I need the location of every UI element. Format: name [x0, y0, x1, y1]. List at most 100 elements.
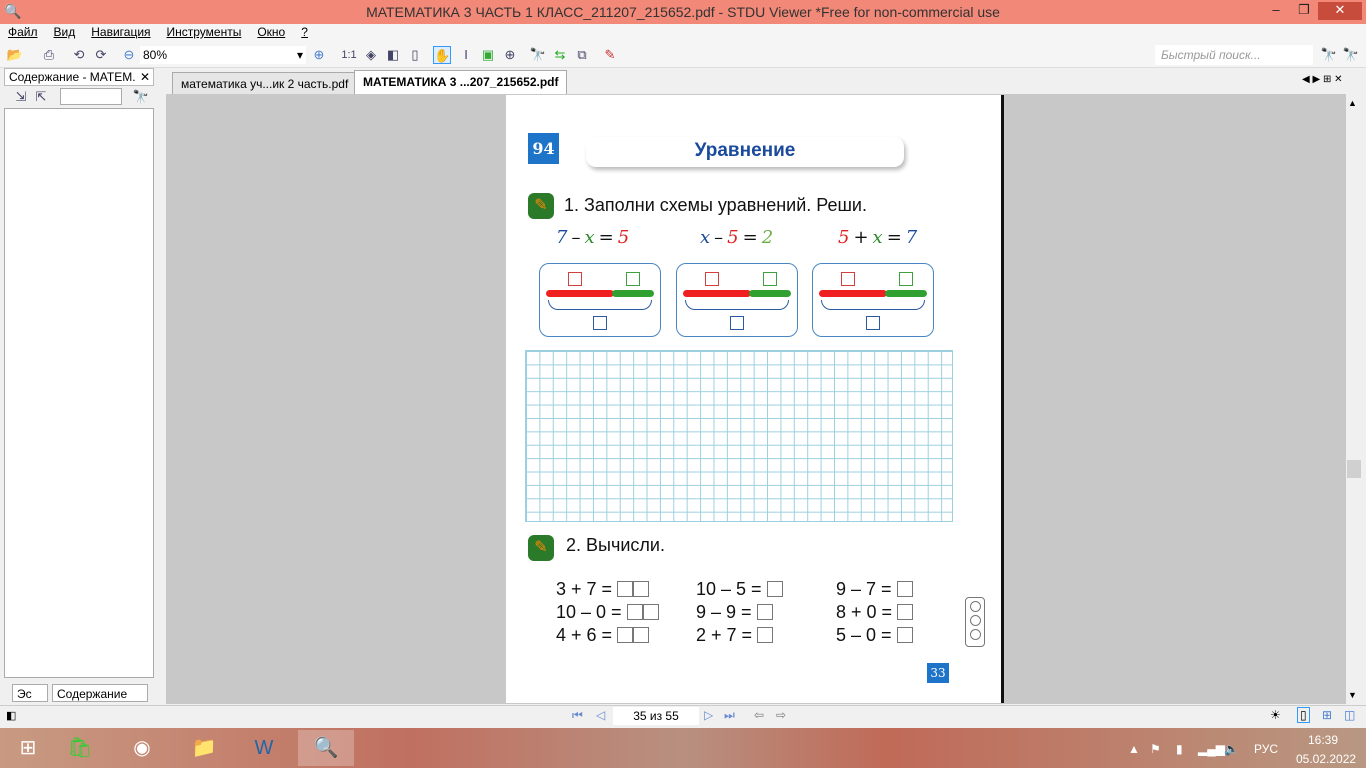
answer-box[interactable]: [633, 627, 650, 643]
first-page-icon[interactable]: ⏮: [572, 708, 583, 723]
word-icon[interactable]: W: [236, 730, 292, 766]
restore-button[interactable]: ❐: [1290, 2, 1318, 20]
page-number-input[interactable]: 35 из 55: [613, 707, 699, 725]
answer-box[interactable]: [642, 604, 659, 620]
vertical-scrollbar[interactable]: ▲ ▼: [1346, 94, 1362, 704]
zoom-area-icon[interactable]: ⊕: [501, 46, 519, 64]
search-binoculars-icon[interactable]: 🔭: [1320, 46, 1338, 64]
hand-tool-icon[interactable]: ✋: [433, 46, 451, 64]
image-select-icon[interactable]: ▣: [479, 46, 497, 64]
chevron-down-icon: ▾: [296, 48, 303, 62]
pdf-page: 94 Уравнение ✎ 1. Заполни схемы уравнени…: [506, 95, 1004, 703]
back-icon[interactable]: ⇦: [754, 708, 764, 722]
equation-token: 7: [556, 227, 568, 248]
answer-box[interactable]: [705, 272, 719, 286]
collapse-icon[interactable]: ⇱: [32, 88, 50, 106]
battery-icon[interactable]: ▮: [1176, 742, 1183, 756]
scroll-up-icon[interactable]: ▲: [1348, 98, 1357, 108]
tab-doc-1[interactable]: математика уч...ик 2 часть.pdf: [172, 72, 358, 94]
store-icon[interactable]: 🛍: [52, 730, 108, 766]
actual-size-button[interactable]: 1:1: [340, 46, 358, 64]
print-icon[interactable]: ⎙: [40, 46, 58, 64]
zoom-in-icon[interactable]: ⊕: [310, 46, 328, 64]
find-icon[interactable]: 🔭: [529, 46, 547, 64]
answer-box[interactable]: [763, 272, 777, 286]
zoom-out-icon[interactable]: ⊖: [120, 46, 138, 64]
menu-navigation[interactable]: Навигация: [83, 24, 158, 42]
answer-box[interactable]: [897, 604, 914, 620]
language-indicator[interactable]: РУС: [1254, 742, 1278, 756]
calc-text: 2 + 7 =: [696, 625, 753, 645]
two-page-icon[interactable]: ⊞: [1322, 708, 1332, 722]
contents-tree[interactable]: [4, 108, 154, 678]
answer-box[interactable]: [617, 581, 634, 597]
close-button[interactable]: ✕: [1318, 2, 1362, 20]
zoom-select[interactable]: 80% ▾: [140, 46, 306, 64]
single-page-icon[interactable]: ▯: [1297, 707, 1310, 723]
network-icon[interactable]: ▂▄▆: [1198, 742, 1225, 756]
answer-box[interactable]: [866, 316, 880, 330]
rotate-right-icon[interactable]: ⟳: [92, 46, 110, 64]
answer-box[interactable]: [899, 272, 913, 286]
scroll-thumb[interactable]: [1347, 460, 1361, 478]
open-folder-icon[interactable]: 📂: [6, 46, 24, 64]
answer-box[interactable]: [626, 604, 643, 620]
fit-height-icon[interactable]: ▯: [406, 46, 424, 64]
panel-toggle-icon[interactable]: ◧: [6, 709, 16, 722]
forward-icon[interactable]: ⇨: [776, 708, 786, 722]
answer-box[interactable]: [756, 604, 773, 620]
swap-icon[interactable]: ⇆: [551, 46, 569, 64]
answer-box[interactable]: [766, 581, 783, 597]
fit-page-icon[interactable]: ◈: [362, 46, 380, 64]
menu-window[interactable]: Окно: [249, 24, 293, 42]
brightness-icon[interactable]: ☀: [1270, 708, 1281, 722]
close-panel-icon[interactable]: ✕: [140, 70, 150, 84]
continuous-icon[interactable]: ◫: [1344, 708, 1355, 722]
answer-box[interactable]: [633, 581, 650, 597]
chrome-icon[interactable]: ◉: [114, 730, 170, 766]
brace: [548, 300, 652, 310]
menu-tools[interactable]: Инструменты: [159, 24, 250, 42]
search-options-icon[interactable]: 🔭: [1342, 46, 1360, 64]
contents-search-input[interactable]: [60, 88, 122, 105]
clock-time[interactable]: 16:39: [1308, 733, 1338, 747]
answer-box[interactable]: [626, 272, 640, 286]
left-tab-contents[interactable]: Содержание: [52, 684, 148, 702]
find-icon[interactable]: 🔭: [132, 88, 150, 106]
bookmark-icon[interactable]: ✎: [601, 46, 619, 64]
answer-box[interactable]: [757, 627, 774, 643]
tray-expand-icon[interactable]: ▲: [1128, 742, 1140, 756]
answer-box[interactable]: [896, 581, 913, 597]
copy-icon[interactable]: ⧉: [573, 46, 591, 64]
text-select-icon[interactable]: I: [457, 46, 475, 64]
answer-box[interactable]: [841, 272, 855, 286]
next-page-icon[interactable]: ▷: [704, 708, 713, 722]
prev-page-icon[interactable]: ◁: [596, 708, 605, 722]
clock-date[interactable]: 05.02.2022: [1296, 752, 1356, 766]
equation-token: =: [742, 227, 758, 248]
minimize-button[interactable]: –: [1262, 2, 1290, 20]
tab-nav-icons[interactable]: ◀ ▶ ⊞ ✕: [1302, 74, 1342, 85]
answer-box[interactable]: [593, 316, 607, 330]
answer-box[interactable]: [617, 627, 634, 643]
menu-file[interactable]: Файл: [0, 24, 46, 42]
menu-help[interactable]: ?: [293, 24, 316, 42]
volume-icon[interactable]: 🔈: [1224, 742, 1239, 756]
answer-box[interactable]: [730, 316, 744, 330]
answer-box[interactable]: [896, 627, 913, 643]
start-button[interactable]: ⊞: [0, 730, 56, 766]
left-tab-thumbnails[interactable]: Эс: [12, 684, 48, 702]
menu-view[interactable]: Вид: [46, 24, 84, 42]
scroll-down-icon[interactable]: ▼: [1348, 690, 1357, 700]
flag-icon[interactable]: ⚑: [1150, 742, 1161, 756]
stdu-viewer-taskbar-icon[interactable]: 🔍: [298, 730, 354, 766]
answer-box[interactable]: [568, 272, 582, 286]
expand-icon[interactable]: ⇲: [12, 88, 30, 106]
quick-search-input[interactable]: Быстрый поиск...: [1155, 45, 1313, 65]
fit-width-icon[interactable]: ◧: [384, 46, 402, 64]
last-page-icon[interactable]: ⏭: [724, 708, 735, 723]
tab-doc-2[interactable]: МАТЕМАТИКА 3 ...207_215652.pdf: [354, 70, 568, 94]
explorer-icon[interactable]: 📁: [176, 730, 232, 766]
rotate-left-icon[interactable]: ⟲: [70, 46, 88, 64]
segment-green: [885, 290, 927, 297]
